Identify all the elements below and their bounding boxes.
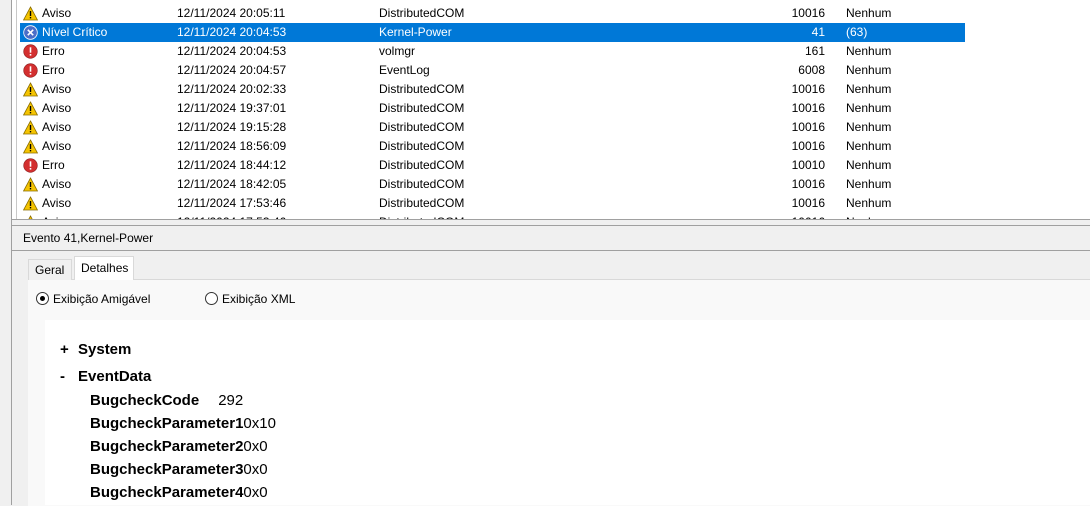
event-row[interactable]: Erro 12/11/2024 20:04:57 EventLog 6008 Nenhu… bbox=[20, 61, 965, 80]
event-id: 161 bbox=[804, 44, 825, 58]
field-name: BugcheckCode bbox=[90, 392, 200, 409]
event-id: 10016 bbox=[791, 101, 825, 115]
event-level: Aviso bbox=[42, 101, 72, 115]
event-source: DistributedCOM bbox=[379, 82, 465, 96]
event-source: EventLog bbox=[379, 63, 430, 77]
event-task-category: Nenhum bbox=[846, 82, 892, 96]
event-date: 12/11/2024 20:04:57 bbox=[177, 63, 287, 77]
event-task-category: Nenhum bbox=[846, 139, 892, 153]
event-level: Aviso bbox=[42, 196, 72, 210]
field-name: BugcheckParameter2 bbox=[90, 438, 244, 455]
event-date: 12/11/2024 19:15:28 bbox=[177, 120, 287, 134]
event-date: 12/11/2024 19:37:01 bbox=[177, 101, 287, 115]
title-divider bbox=[12, 250, 1090, 251]
event-date: 12/11/2024 18:44:12 bbox=[177, 158, 287, 172]
event-task-category: Nenhum bbox=[846, 6, 892, 20]
event-source: Kernel-Power bbox=[379, 25, 452, 39]
event-id: 10016 bbox=[791, 177, 825, 191]
event-date: 12/11/2024 18:56:09 bbox=[177, 139, 287, 153]
event-task-category: Nenhum bbox=[846, 63, 892, 77]
column-divider bbox=[16, 0, 17, 219]
event-date: 12/11/2024 18:42:05 bbox=[177, 177, 287, 191]
event-source: DistributedCOM bbox=[379, 120, 465, 134]
friendly-view-label: Exibição Amigável bbox=[53, 292, 151, 306]
friendly-view-radio[interactable]: Exibição Amigável bbox=[36, 292, 150, 306]
event-date: 12/11/2024 20:04:53 bbox=[177, 25, 287, 39]
event-row[interactable]: Aviso 12/11/2024 20:02:33 DistributedCOM 10… bbox=[20, 80, 965, 99]
event-level: Erro bbox=[42, 63, 65, 77]
event-level: Nível Crítico bbox=[42, 25, 108, 39]
xml-view-label: Exibição XML bbox=[222, 292, 296, 306]
event-list[interactable]: Aviso 12/11/2024 20:05:11 DistributedCOM 10… bbox=[12, 0, 1090, 219]
event-level: Erro bbox=[42, 158, 65, 172]
event-source: DistributedCOM bbox=[379, 139, 465, 153]
field-name: BugcheckParameter1 bbox=[90, 415, 244, 432]
collapse-icon[interactable]: - bbox=[60, 368, 65, 385]
event-id: 10016 bbox=[791, 196, 825, 210]
pane-splitter[interactable] bbox=[12, 219, 1090, 226]
event-source: volmgr bbox=[379, 44, 416, 58]
event-level: Aviso bbox=[42, 6, 72, 20]
event-row[interactable]: Erro 12/11/2024 20:04:53 volmgr 161 Nenhum bbox=[20, 42, 965, 61]
event-task-category: Nenhum bbox=[846, 158, 892, 172]
event-row[interactable]: Aviso 12/11/2024 20:05:11 DistributedCOM 10… bbox=[20, 4, 965, 23]
event-date: 12/11/2024 20:05:11 bbox=[177, 6, 286, 20]
field-value: 0x0 bbox=[243, 438, 268, 455]
event-date: 12/11/2024 20:02:33 bbox=[177, 82, 287, 96]
event-task-category: (63) bbox=[846, 25, 868, 39]
event-source: DistributedCOM bbox=[379, 101, 465, 115]
event-row[interactable]: Aviso 12/11/2024 18:56:09 DistributedCOM 10… bbox=[20, 137, 965, 156]
tab-detalhes[interactable]: Detalhes bbox=[74, 256, 134, 280]
event-level: Aviso bbox=[42, 120, 72, 134]
event-level: Aviso bbox=[42, 82, 72, 96]
field-value: 0x0 bbox=[243, 461, 268, 478]
field-value: 0x10 bbox=[243, 415, 276, 432]
field-row: BugcheckParameter10x10 bbox=[90, 415, 276, 432]
tree-node-label: System bbox=[78, 341, 132, 358]
event-level: Erro bbox=[42, 44, 65, 58]
event-row[interactable]: Aviso 12/11/2024 19:15:28 DistributedCOM 10… bbox=[20, 118, 965, 137]
tab-geral[interactable]: Geral bbox=[28, 259, 72, 280]
event-id: 6008 bbox=[798, 63, 825, 77]
field-value: 0x0 bbox=[243, 484, 268, 501]
radio-unselected-icon bbox=[205, 292, 218, 305]
event-source: DistributedCOM bbox=[379, 6, 465, 20]
event-row[interactable]: Aviso 12/11/2024 17:53:46 DistributedCOM 10… bbox=[20, 194, 965, 213]
tree-node-label: EventData bbox=[78, 368, 152, 385]
event-level: Aviso bbox=[42, 177, 72, 191]
event-row[interactable]: Nível Crítico 12/11/2024 20:04:53 Kernel-P… bbox=[20, 23, 965, 42]
event-source: DistributedCOM bbox=[379, 196, 465, 210]
event-id: 10010 bbox=[791, 158, 825, 172]
event-task-category: Nenhum bbox=[846, 196, 892, 210]
event-id: 10016 bbox=[791, 82, 825, 96]
left-frame bbox=[0, 0, 11, 505]
event-id: 10016 bbox=[791, 6, 825, 20]
field-row: BugcheckParameter30x0 bbox=[90, 461, 268, 478]
xml-view-radio[interactable]: Exibição XML bbox=[205, 292, 295, 306]
event-id: 10016 bbox=[791, 139, 825, 153]
field-row: BugcheckParameter40x0 bbox=[90, 484, 268, 501]
event-task-category: Nenhum bbox=[846, 177, 892, 191]
event-date: 12/11/2024 17:53:46 bbox=[177, 196, 287, 210]
event-id: 41 bbox=[811, 25, 825, 39]
event-source: DistributedCOM bbox=[379, 158, 465, 172]
event-row[interactable]: Aviso 12/11/2024 19:37:01 DistributedCOM 10… bbox=[20, 99, 965, 118]
field-value: 292 bbox=[218, 392, 244, 409]
field-name: BugcheckParameter4 bbox=[90, 484, 244, 501]
event-task-category: Nenhum bbox=[846, 44, 892, 58]
event-date: 12/11/2024 20:04:53 bbox=[177, 44, 287, 58]
event-source: DistributedCOM bbox=[379, 177, 465, 191]
event-row[interactable]: Aviso 12/11/2024 18:42:05 DistributedCOM 10… bbox=[20, 175, 965, 194]
radio-selected-icon bbox=[36, 292, 49, 305]
event-row[interactable]: Erro 12/11/2024 18:44:12 DistributedCOM 100… bbox=[20, 156, 965, 175]
event-detail-title: Evento 41,Kernel-Power bbox=[23, 231, 154, 245]
field-row: BugcheckParameter20x0 bbox=[90, 438, 268, 455]
event-task-category: Nenhum bbox=[846, 101, 892, 115]
event-task-category: Nenhum bbox=[846, 120, 892, 134]
event-id: 10016 bbox=[791, 120, 825, 134]
field-name: BugcheckParameter3 bbox=[90, 461, 244, 478]
expand-icon[interactable]: + bbox=[60, 341, 69, 358]
event-level: Aviso bbox=[42, 139, 72, 153]
field-row: BugcheckCode 292 bbox=[90, 392, 243, 409]
